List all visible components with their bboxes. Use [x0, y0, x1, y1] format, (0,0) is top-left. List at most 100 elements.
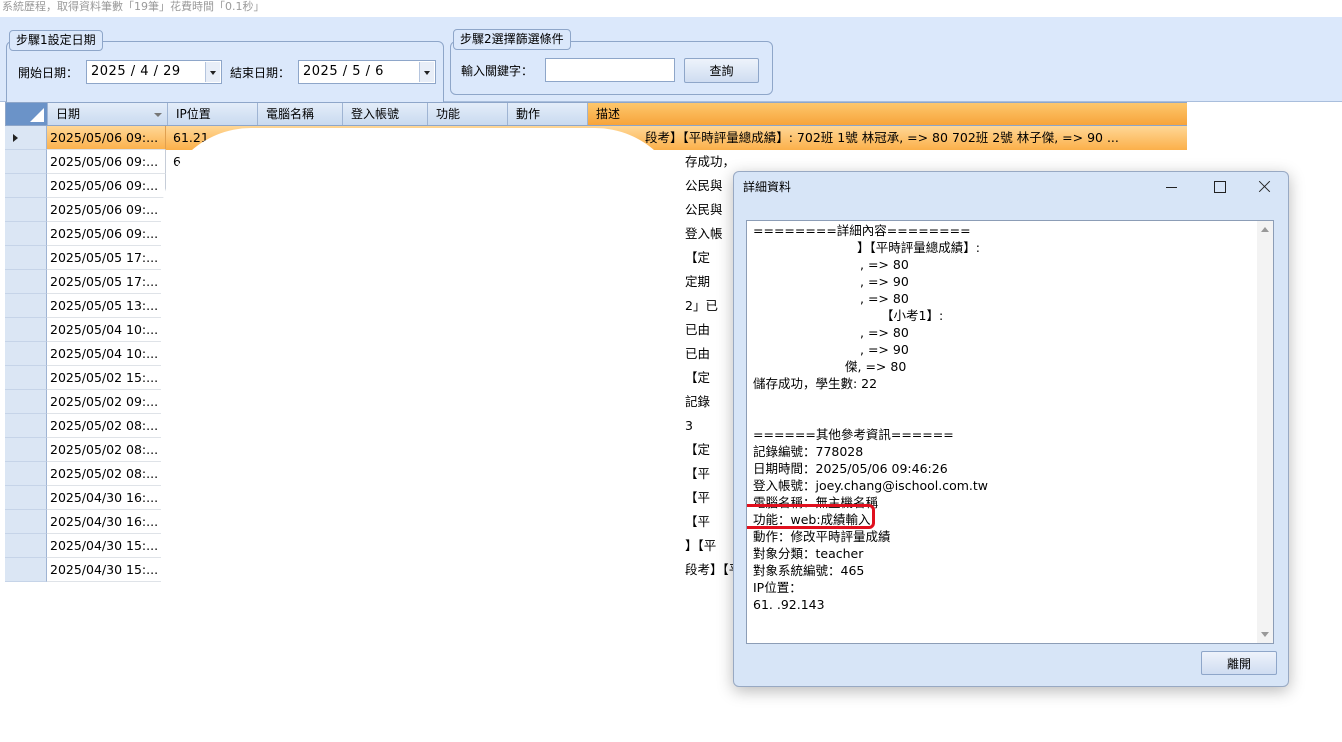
detail-line: 傑, => 80 — [845, 359, 907, 374]
redaction-mask — [161, 128, 685, 608]
detail-line: 對象系統編號：465 — [753, 563, 865, 578]
detail-line: 日期時間：2025/05/06 09:46:26 — [753, 461, 948, 476]
column-header-description[interactable]: 描述 — [587, 103, 1187, 125]
cell-description: 】【平 — [685, 538, 717, 553]
end-date-value: 2025 / 5 / 6 — [303, 64, 384, 79]
row-header[interactable] — [5, 366, 47, 390]
end-date-dropdown-icon[interactable] — [419, 62, 434, 82]
column-header-function[interactable]: 功能 — [427, 103, 507, 125]
grid-header: 日期 IP位置 電腦名稱 登入帳號 功能 動作 描述 — [5, 102, 1187, 126]
cell-date: 2025/05/05 13:... — [47, 294, 166, 318]
cell-description: 已由 — [685, 322, 711, 337]
start-date-dropdown-icon[interactable] — [205, 62, 220, 82]
cell-date: 2025/05/02 08:... — [47, 414, 166, 438]
cell-date: 2025/05/02 09:... — [47, 390, 166, 414]
detail-line: 61. .92.143 — [753, 597, 825, 612]
query-button[interactable]: 查詢 — [684, 58, 759, 83]
row-header[interactable] — [5, 342, 47, 366]
close-icon[interactable] — [1242, 172, 1288, 202]
dialog-title: 詳細資料 — [743, 180, 792, 194]
detail-line: , => 80 — [860, 325, 909, 340]
row-header[interactable] — [5, 150, 47, 174]
column-header-account[interactable]: 登入帳號 — [342, 103, 427, 125]
row-header[interactable] — [5, 534, 47, 558]
start-date-label: 開始日期： — [18, 66, 79, 80]
scroll-down-icon[interactable] — [1261, 632, 1269, 637]
start-date-picker[interactable]: 2025 / 4 / 29 — [86, 60, 222, 84]
detail-textbox[interactable]: ========詳細內容======== 】【平時評量總成績】: , => 80 , … — [746, 220, 1274, 644]
row-header[interactable] — [5, 486, 47, 510]
sort-arrow-icon — [154, 113, 162, 117]
row-header[interactable] — [5, 318, 47, 342]
detail-dialog: 詳細資料 ========詳細內容======== 】【平時評量總成績】: , =>… — [733, 171, 1289, 687]
row-header[interactable] — [5, 294, 47, 318]
cell-description: 存成功，學生數: 22 — [685, 154, 735, 169]
detail-line: , => 80 — [860, 291, 909, 306]
cell-date: 2025/05/05 17:... — [47, 270, 166, 294]
end-date-picker[interactable]: 2025 / 5 / 6 — [298, 60, 436, 84]
cell-description: 登入帳 — [685, 226, 723, 241]
cell-date: 2025/04/30 15:... — [47, 558, 166, 582]
row-header[interactable] — [5, 198, 47, 222]
row-header[interactable] — [5, 174, 47, 198]
keyword-input[interactable] — [545, 58, 675, 82]
function-highlight-annotation — [747, 504, 875, 529]
column-header-computer[interactable]: 電腦名稱 — [257, 103, 342, 125]
keyword-label: 輸入關鍵字： — [461, 64, 534, 78]
detail-line: ========詳細內容======== — [753, 223, 971, 238]
row-header[interactable] — [5, 222, 47, 246]
cell-description: 【平 — [685, 514, 711, 529]
cell-date: 2025/05/05 17:... — [47, 246, 166, 270]
cell-date: 2025/05/04 10:... — [47, 318, 166, 342]
column-date-label: 日期 — [56, 107, 81, 121]
detail-line: 對象分類：teacher — [753, 546, 864, 561]
detail-line: 登入帳號：joey.chang@ischool.com.tw — [753, 478, 989, 493]
detail-scrollbar[interactable] — [1257, 221, 1273, 643]
detail-line: 儲存成功，學生數: 22 — [753, 376, 878, 391]
row-header[interactable] — [5, 510, 47, 534]
cell-date: 2025/05/06 09:... — [47, 126, 166, 150]
cell-date: 2025/05/02 08:... — [47, 438, 166, 462]
cell-date: 2025/05/06 09:... — [47, 198, 166, 222]
cell-date: 2025/05/06 09:... — [47, 222, 166, 246]
column-header-action[interactable]: 動作 — [507, 103, 587, 125]
cell-description: 定期 — [685, 274, 711, 289]
row-header[interactable] — [5, 390, 47, 414]
cell-description: 【定 — [685, 250, 711, 265]
cell-description: 記錄 — [685, 394, 711, 409]
row-header[interactable] — [5, 414, 47, 438]
cell-date: 2025/05/06 09:... — [47, 174, 166, 198]
cell-date: 2025/04/30 16:... — [47, 510, 166, 534]
status-text: 系統歷程，取得資料筆數「19筆」花費時間「0.1秒」 — [0, 0, 1342, 17]
row-header[interactable] — [5, 246, 47, 270]
cell-description: 3 — [685, 418, 693, 433]
cell-description: 2」已 — [685, 298, 718, 313]
column-header-ip[interactable]: IP位置 — [167, 103, 257, 125]
row-header[interactable] — [5, 558, 47, 582]
leave-button[interactable]: 離開 — [1201, 651, 1277, 675]
maximize-icon[interactable] — [1196, 172, 1242, 202]
row-header[interactable] — [5, 438, 47, 462]
row-header[interactable] — [5, 462, 47, 486]
redaction-mask — [225, 582, 685, 606]
row-header[interactable] — [5, 270, 47, 294]
start-date-value: 2025 / 4 / 29 — [91, 64, 181, 79]
end-date-label: 結束日期： — [230, 66, 291, 80]
cell-description: 公民與 — [685, 178, 723, 193]
cell-description: 【平 — [685, 466, 711, 481]
scroll-up-icon[interactable] — [1261, 227, 1269, 232]
select-all-corner[interactable] — [6, 103, 48, 125]
cell-description: 【定 — [685, 442, 711, 457]
detail-line: 動作：修改平時評量成績 — [753, 529, 891, 544]
row-header[interactable] — [5, 126, 47, 150]
minimize-icon[interactable] — [1149, 172, 1195, 202]
detail-line: IP位置： — [753, 580, 802, 595]
column-header-date[interactable]: 日期 — [47, 103, 167, 125]
cell-date: 2025/05/06 09:... — [47, 150, 166, 174]
cell-date: 2025/05/02 08:... — [47, 462, 166, 486]
detail-line: , => 90 — [860, 274, 909, 289]
redaction-mask — [747, 239, 851, 353]
cell-description: 段考】【平 — [685, 562, 735, 577]
cell-description: 【平 — [685, 490, 711, 505]
detail-line: , => 90 — [860, 342, 909, 357]
